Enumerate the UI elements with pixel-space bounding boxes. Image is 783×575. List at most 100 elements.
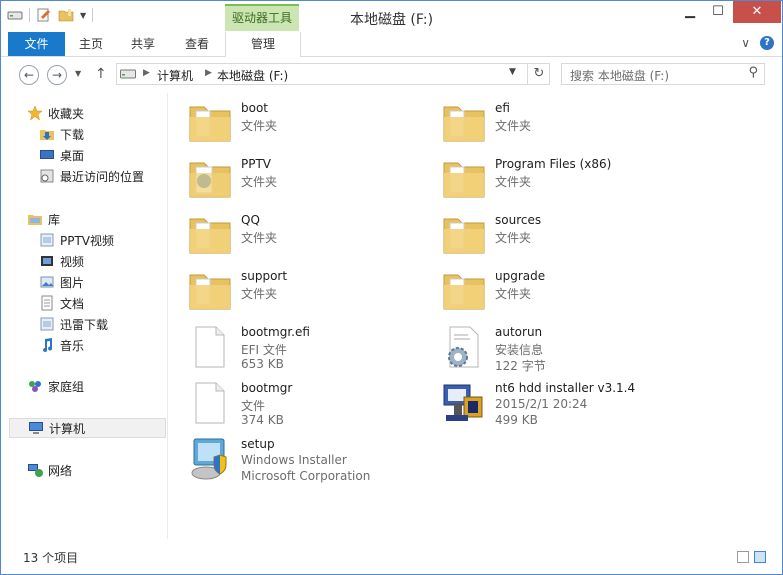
file-name: sources [495,213,542,227]
back-button[interactable]: ← [19,65,39,85]
window-title: 本地磁盘 (F:) [349,12,434,28]
file-name: Program Files (x86) [495,157,612,171]
file-item-setup[interactable]: setup Windows Installer Microsoft Corpor… [186,433,436,487]
file-name: PPTV [241,157,272,171]
nav-label: 收藏夹 [48,106,85,121]
nav-homegroup[interactable]: 家庭组 [27,376,84,396]
explorer-window: ▼ 驱动器工具 本地磁盘 (F:) ▁ ☐ ✕ 文件 主页 共享 查看 管理 ∨… [0,0,783,575]
nav-label: 库 [48,212,61,227]
search-icon[interactable]: ⚲ [748,65,758,80]
file-item-bootmgr[interactable]: bootmgr 文件 374 KB [186,377,436,431]
nav-downloads[interactable]: 下载 [39,124,84,144]
nav-label: 最近访问的位置 [60,169,145,184]
address-bar[interactable]: ▶ 计算机 ▶ 本地磁盘 (F:) ▼ ↻ [116,63,550,85]
file-item-bootmgr-efi[interactable]: bootmgr.efi EFI 文件 653 KB [186,321,436,375]
chevron-right-icon[interactable]: ▶ [143,68,150,78]
file-size: 653 KB [241,357,284,371]
tab-view[interactable]: 查看 [177,32,217,56]
up-arrow-icon[interactable]: ↑ [95,66,107,82]
tab-file[interactable]: 文件 [8,32,65,56]
file-name: efi [495,101,510,115]
file-date: 2015/2/1 20:24 [495,397,588,411]
nav-label: PPTV视频 [60,233,115,248]
pptv-folder-icon [189,162,231,198]
folder-icon [443,218,485,254]
tiles-view-button[interactable] [754,551,766,563]
nav-label: 迅雷下载 [60,317,109,332]
computer-icon [29,422,43,434]
desktop-icon [40,150,54,159]
nav-computer[interactable]: 计算机 [9,418,166,438]
file-item-support[interactable]: support 文件夹 [186,265,436,319]
nav-favorites[interactable]: 收藏夹 [27,103,84,123]
file-name: support [241,269,288,283]
folder-icon [443,106,485,142]
file-type: EFI 文件 [241,343,287,357]
installer-app-icon [443,384,483,421]
file-item-sources[interactable]: sources 文件夹 [440,209,690,263]
file-type: 文件夹 [495,287,532,301]
file-item-autorun[interactable]: autorun 安装信息 122 字节 [440,321,690,375]
breadcrumb-drive[interactable]: 本地磁盘 (F:) [217,67,288,84]
nav-desktop[interactable]: 桌面 [39,145,84,165]
close-button[interactable]: ✕ [733,1,781,23]
ribbon-controls: ∨ ? [741,36,774,50]
setup-app-icon [191,438,227,480]
minimize-button[interactable]: ▁ [677,1,703,23]
file-name: bootmgr.efi [241,325,310,339]
maximize-button[interactable]: ☐ [705,1,731,23]
folder-icon [443,274,485,310]
nav-label: 网络 [48,463,73,478]
file-item-efi[interactable]: efi 文件夹 [440,97,690,151]
nav-xunlei-downloads[interactable]: 迅雷下载 [39,314,108,334]
refresh-icon[interactable]: ↻ [527,64,550,84]
blank-file-icon [195,382,225,424]
nav-label: 视频 [60,254,85,269]
nav-documents[interactable]: 文档 [39,293,84,313]
folder-icon [189,274,231,310]
details-view-button[interactable] [737,551,749,563]
help-icon[interactable]: ? [760,36,774,50]
file-size: 122 字节 [495,359,546,373]
nav-pptv-video[interactable]: PPTV视频 [39,230,114,250]
recent-locations-icon[interactable]: ▼ [75,69,81,78]
tab-share[interactable]: 共享 [123,32,163,56]
recent-places-icon [40,169,54,183]
file-item-upgrade[interactable]: upgrade 文件夹 [440,265,690,319]
nav-libraries[interactable]: 库 [27,209,60,229]
file-item-boot[interactable]: boot 文件夹 [186,97,436,151]
file-size: 374 KB [241,413,284,427]
tab-home[interactable]: 主页 [71,32,111,56]
nav-network[interactable]: 网络 [27,460,72,480]
file-name: upgrade [495,269,546,283]
nav-recent-places[interactable]: 最近访问的位置 [39,166,144,186]
nav-videos[interactable]: 视频 [39,251,84,271]
folder-icon [443,162,485,198]
chevron-down-icon[interactable]: ▼ [509,67,516,77]
nav-music[interactable]: 音乐 [39,335,84,355]
minimize-icon: ▁ [685,4,695,19]
expand-ribbon-icon[interactable]: ∨ [741,36,750,50]
file-type: 文件夹 [241,175,278,189]
nav-pictures[interactable]: 图片 [39,272,84,292]
file-item-program-files-x86[interactable]: Program Files (x86) 文件夹 [440,153,690,207]
chevron-right-icon[interactable]: ▶ [205,68,212,78]
search-box[interactable]: 搜索 本地磁盘 (F:) ⚲ [561,63,765,85]
breadcrumb-computer[interactable]: 计算机 [157,67,193,84]
nav-label: 下载 [60,127,85,142]
file-item-qq[interactable]: QQ 文件夹 [186,209,436,263]
forward-button[interactable]: → [47,65,67,85]
folder-icon [189,106,231,142]
nav-label: 计算机 [49,421,86,436]
nav-label: 桌面 [60,148,85,163]
tab-manage[interactable]: 管理 [225,32,301,57]
arrow-right-icon: → [51,68,63,82]
drive-icon [120,69,136,79]
file-item-nt6-hdd-installer[interactable]: nt6 hdd installer v3.1.4 2015/2/1 20:24 … [440,377,690,431]
file-item-pptv[interactable]: PPTV 文件夹 [186,153,436,207]
navigation-bar: ← → ▼ ↑ ▶ 计算机 ▶ 本地磁盘 (F:) ▼ ↻ 搜索 本地磁盘 (F… [1,57,782,93]
file-name: boot [241,101,269,115]
file-type: 文件夹 [241,231,278,245]
title-bar: ▼ 驱动器工具 本地磁盘 (F:) ▁ ☐ ✕ [1,1,782,32]
search-placeholder[interactable]: 搜索 本地磁盘 (F:) [570,67,669,84]
